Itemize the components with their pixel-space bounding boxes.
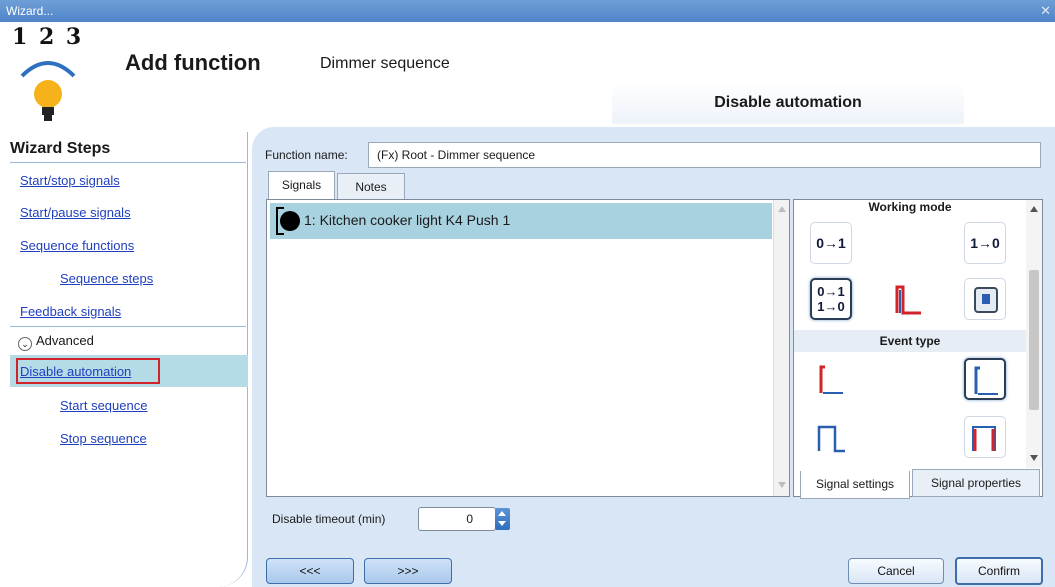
cancel-button[interactable]: Cancel bbox=[848, 558, 944, 584]
timeout-input[interactable]: 0 bbox=[418, 507, 496, 531]
step-feedback-signals[interactable]: Feedback signals bbox=[20, 304, 121, 319]
close-icon[interactable]: ✕ bbox=[1040, 0, 1051, 22]
divider bbox=[10, 326, 246, 327]
window-title: Wizard... bbox=[6, 4, 54, 18]
stepper-up-icon[interactable] bbox=[498, 511, 506, 516]
tab-signals[interactable]: Signals bbox=[268, 171, 335, 201]
wizard-header: 1 2 3 Add function Dimmer sequence Disab… bbox=[0, 22, 1055, 132]
falling-edge-icon[interactable]: 1→0 bbox=[964, 222, 1006, 264]
stepper-down-icon[interactable] bbox=[498, 521, 506, 526]
scroll-up-icon[interactable] bbox=[778, 206, 786, 212]
scroll-down-icon[interactable] bbox=[1030, 455, 1038, 461]
rising-edge-icon[interactable]: 0→1 bbox=[810, 222, 852, 264]
lightbulb-icon bbox=[20, 61, 76, 121]
working-mode-title: Working mode bbox=[868, 200, 952, 214]
divider bbox=[10, 162, 246, 163]
step-blue-icon[interactable] bbox=[964, 358, 1006, 400]
pulse-red-icon[interactable] bbox=[964, 416, 1006, 458]
current-step-banner: Disable automation bbox=[612, 82, 964, 124]
signal-label: 1: Kitchen cooker light K4 Push 1 bbox=[304, 212, 511, 228]
both-edges-icon[interactable]: 0→1 1→0 bbox=[810, 278, 852, 320]
level-signal-icon[interactable] bbox=[886, 278, 928, 320]
highlight-box bbox=[16, 358, 160, 384]
pulse-red-graphic bbox=[972, 426, 996, 451]
step-start-sequence[interactable]: Start sequence bbox=[60, 398, 147, 413]
pulse-icon[interactable] bbox=[810, 416, 852, 458]
chevron-down-icon: ⌄ bbox=[18, 337, 32, 351]
push-button-graphic bbox=[974, 287, 998, 313]
scroll-down-icon[interactable] bbox=[778, 482, 786, 488]
step-sequence-steps[interactable]: Sequence steps bbox=[60, 271, 153, 286]
tab-signal-settings[interactable]: Signal settings bbox=[800, 471, 910, 499]
level-signal-graphic bbox=[895, 285, 921, 315]
wizard-steps-panel: Wizard Steps Start/stop signals Start/pa… bbox=[0, 132, 248, 587]
timeout-stepper[interactable] bbox=[495, 508, 510, 530]
scroll-up-icon[interactable] bbox=[1030, 206, 1038, 212]
page-title: Add function bbox=[125, 50, 261, 75]
tab-signal-properties[interactable]: Signal properties bbox=[912, 469, 1040, 497]
tab-notes[interactable]: Notes bbox=[337, 173, 405, 201]
scroll-thumb[interactable] bbox=[1029, 270, 1039, 410]
pulse-graphic bbox=[817, 425, 845, 453]
function-type: Dimmer sequence bbox=[320, 55, 450, 72]
signal-settings-panel: Working mode 0→1 1→0 0→1 1→0 Event type bbox=[793, 199, 1043, 497]
settings-scrollbar[interactable] bbox=[1026, 200, 1042, 468]
step-red-icon[interactable] bbox=[810, 358, 852, 400]
wizard-logo: 1 2 3 bbox=[8, 24, 108, 124]
advanced-toggle[interactable]: ⌄ Advanced bbox=[18, 333, 94, 351]
step-red-graphic bbox=[819, 365, 843, 394]
wizard-steps-heading: Wizard Steps bbox=[10, 140, 111, 157]
list-item[interactable]: 1: Kitchen cooker light K4 Push 1 bbox=[270, 203, 772, 239]
confirm-button[interactable]: Confirm bbox=[955, 557, 1043, 585]
back-button[interactable]: <<< bbox=[266, 558, 354, 584]
function-name-field[interactable]: (Fx) Root - Dimmer sequence bbox=[368, 142, 1041, 168]
next-button[interactable]: >>> bbox=[364, 558, 452, 584]
signals-list: 1: Kitchen cooker light K4 Push 1 bbox=[266, 199, 790, 497]
push-button-icon[interactable] bbox=[964, 278, 1006, 320]
step-sequence-functions[interactable]: Sequence functions bbox=[20, 238, 134, 253]
step-start-stop-signals[interactable]: Start/stop signals bbox=[20, 173, 120, 188]
signals-scrollbar[interactable] bbox=[773, 200, 789, 496]
timeout-label: Disable timeout (min) bbox=[272, 512, 386, 526]
advanced-label: Advanced bbox=[36, 333, 94, 348]
step-start-pause-signals[interactable]: Start/pause signals bbox=[20, 205, 131, 220]
window-titlebar: Wizard... ✕ bbox=[0, 0, 1055, 22]
step-blue-graphic bbox=[974, 366, 998, 395]
event-type-title: Event type bbox=[879, 334, 941, 348]
function-name-label: Function name: bbox=[265, 148, 348, 162]
step-stop-sequence[interactable]: Stop sequence bbox=[60, 431, 147, 446]
push-button-signal-icon bbox=[280, 211, 300, 231]
